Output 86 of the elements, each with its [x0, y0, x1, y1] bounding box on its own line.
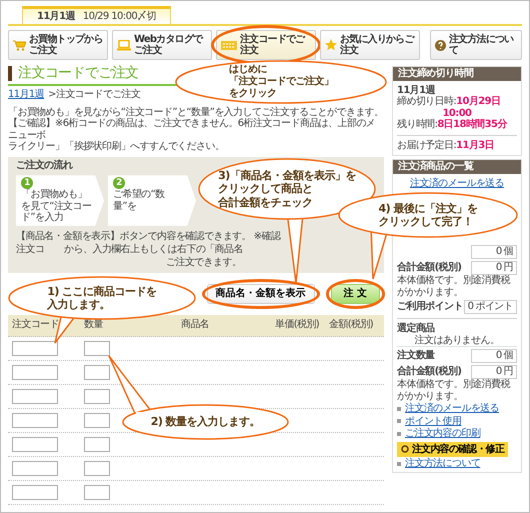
card-icon [221, 40, 237, 50]
code-input[interactable] [12, 388, 58, 404]
note-text: 本体価格です。別途消費税がかかります。 [397, 275, 512, 298]
help-icon [435, 40, 446, 50]
flow-title: ご注文の流れ [16, 160, 74, 172]
quantity-input[interactable] [84, 388, 110, 404]
code-input[interactable] [12, 340, 58, 356]
quantity-input[interactable] [84, 484, 110, 500]
code-input[interactable] [12, 460, 58, 476]
quantity-input[interactable] [84, 460, 110, 476]
confirm-button[interactable]: 注文内容の確認・修正 [397, 442, 508, 457]
code-input[interactable] [12, 364, 58, 380]
total-field[interactable]: 0 個 [471, 245, 517, 259]
field-label: 合計金額(税別) [397, 262, 462, 274]
sidebar-link[interactable]: ご注文内容の印刷 [405, 428, 480, 440]
delivery-label: お届け予定日: [397, 140, 456, 151]
field-label: ご利用ポイント [397, 301, 463, 313]
circle-icon [401, 445, 409, 454]
show-price-button[interactable]: 商品名・金額を表示 [206, 284, 315, 304]
nav-button[interactable]: 注文コードでご注文 [216, 30, 316, 60]
quantity-input[interactable] [84, 364, 110, 380]
bullet-icon [397, 419, 401, 424]
sidebar-link[interactable]: 注文方法について [405, 458, 480, 470]
total-field[interactable]: 0 円 [471, 365, 517, 379]
remaining-label: 残り時間: [397, 119, 438, 130]
code-input[interactable] [12, 484, 58, 500]
bullet-icon [397, 406, 401, 411]
callout-text: 4) 最後に「注文」を クリックして完了！ [378, 202, 478, 228]
panel-title: 注文済商品の一覧 [393, 160, 521, 174]
field-label: 注文数量 [397, 350, 435, 362]
column-header: 金額(税別) [328, 320, 374, 330]
intro-text: 【ご確認】※6桁コードの商品は、ご注文できません。6桁注文コード商品は、上部のメニューボ [8, 118, 376, 141]
week-tab[interactable]: 11月1週 10/29 10:00〆切 [22, 6, 171, 24]
column-header: 単価(税別) [274, 320, 320, 330]
flow-note: 【商品名・金額を表示】ボタンで内容を確認できます。 ※確認 [16, 230, 282, 243]
callout-text: 3)「商品名・金額を表示」を クリックして商品と 合計金額をチェック [218, 169, 356, 209]
step-number: 1 [21, 177, 33, 190]
empty-message: 注文はありません。 [397, 334, 517, 347]
column-header: 注文コード [11, 320, 60, 330]
delivery-date: 11月3日 [456, 140, 494, 151]
week-label: 11月1週 [397, 84, 436, 96]
points-field[interactable]: 0 ポイント [464, 300, 517, 314]
help-button[interactable]: 注文方法について [430, 30, 522, 60]
quantity-input[interactable] [84, 436, 110, 452]
deadline-text: 10/29 10:00〆切 [82, 10, 156, 22]
intro-text: 「お買物めも」を見ながら“注文コード”と“数量”を入力してご注文することができます。 [8, 106, 384, 118]
flow-note: から、入力欄右上もしくは右下の「商品名 [64, 242, 243, 256]
deadline-date: 10月29日 [456, 96, 500, 108]
step-text: ご希望の“数量”を [113, 189, 166, 212]
code-input[interactable] [12, 436, 58, 452]
nav-button[interactable]: お買物トップからご注文 [8, 30, 108, 60]
step-text: 「お買物めも」を見て“注文コード”を入力 [21, 189, 92, 224]
code-input[interactable] [12, 412, 58, 428]
mail-link[interactable]: 注文済のメールを送る [410, 178, 504, 188]
sidebar-link[interactable]: ポイント使用 [405, 416, 462, 427]
breadcrumb-link[interactable]: 11月1週 [8, 89, 44, 100]
quantity-input[interactable] [84, 340, 110, 356]
deadline-time: 10:00 [442, 108, 472, 118]
field-label: 合計金額(税別) [397, 366, 462, 378]
deadline-label: 締め切り日時: [397, 96, 456, 108]
nav-button[interactable]: お気に入りからご注文 [320, 30, 420, 60]
column-header: 商品名 [180, 320, 210, 330]
star-icon [325, 39, 337, 51]
order-button[interactable]: 注 文 [330, 284, 380, 304]
bullet-icon [397, 432, 401, 436]
breadcrumb-current: >注文コードでご注文 [48, 89, 140, 100]
section-label: 選定商品 [397, 323, 436, 334]
quantity-input[interactable] [84, 412, 110, 428]
callout-text: 2) 数量を入力します。 [150, 415, 260, 429]
step-number: 2 [113, 177, 125, 190]
callout-text: はじめに 「注文コードでご注文」 をクリック [228, 64, 334, 100]
bullet-icon [397, 462, 401, 466]
callout-text: 1) ここに商品コードを 入力します。 [47, 284, 157, 312]
highlight-ring [326, 279, 385, 309]
remaining-time: 8日18時間35分 [437, 119, 507, 130]
flow-note: ご注文できます。 [166, 256, 242, 269]
panel-title: 注文締め切り時間 [393, 67, 521, 80]
note-text: 本体価格です。別途消費税がかかります。 [397, 379, 512, 402]
sidebar-link[interactable]: 注文済のメールを送る [405, 403, 500, 414]
cart-icon [13, 40, 26, 50]
nav-button[interactable]: Webカタログでご注文 [112, 30, 212, 60]
laptop-icon [117, 40, 131, 50]
intro-text: ライクリー」「挨拶状印刷」へすすんでください。 [8, 141, 226, 153]
total-field[interactable]: 0 個 [471, 349, 517, 363]
flow-note: 注文コ [16, 242, 44, 256]
total-field[interactable]: 0 円 [471, 261, 517, 275]
